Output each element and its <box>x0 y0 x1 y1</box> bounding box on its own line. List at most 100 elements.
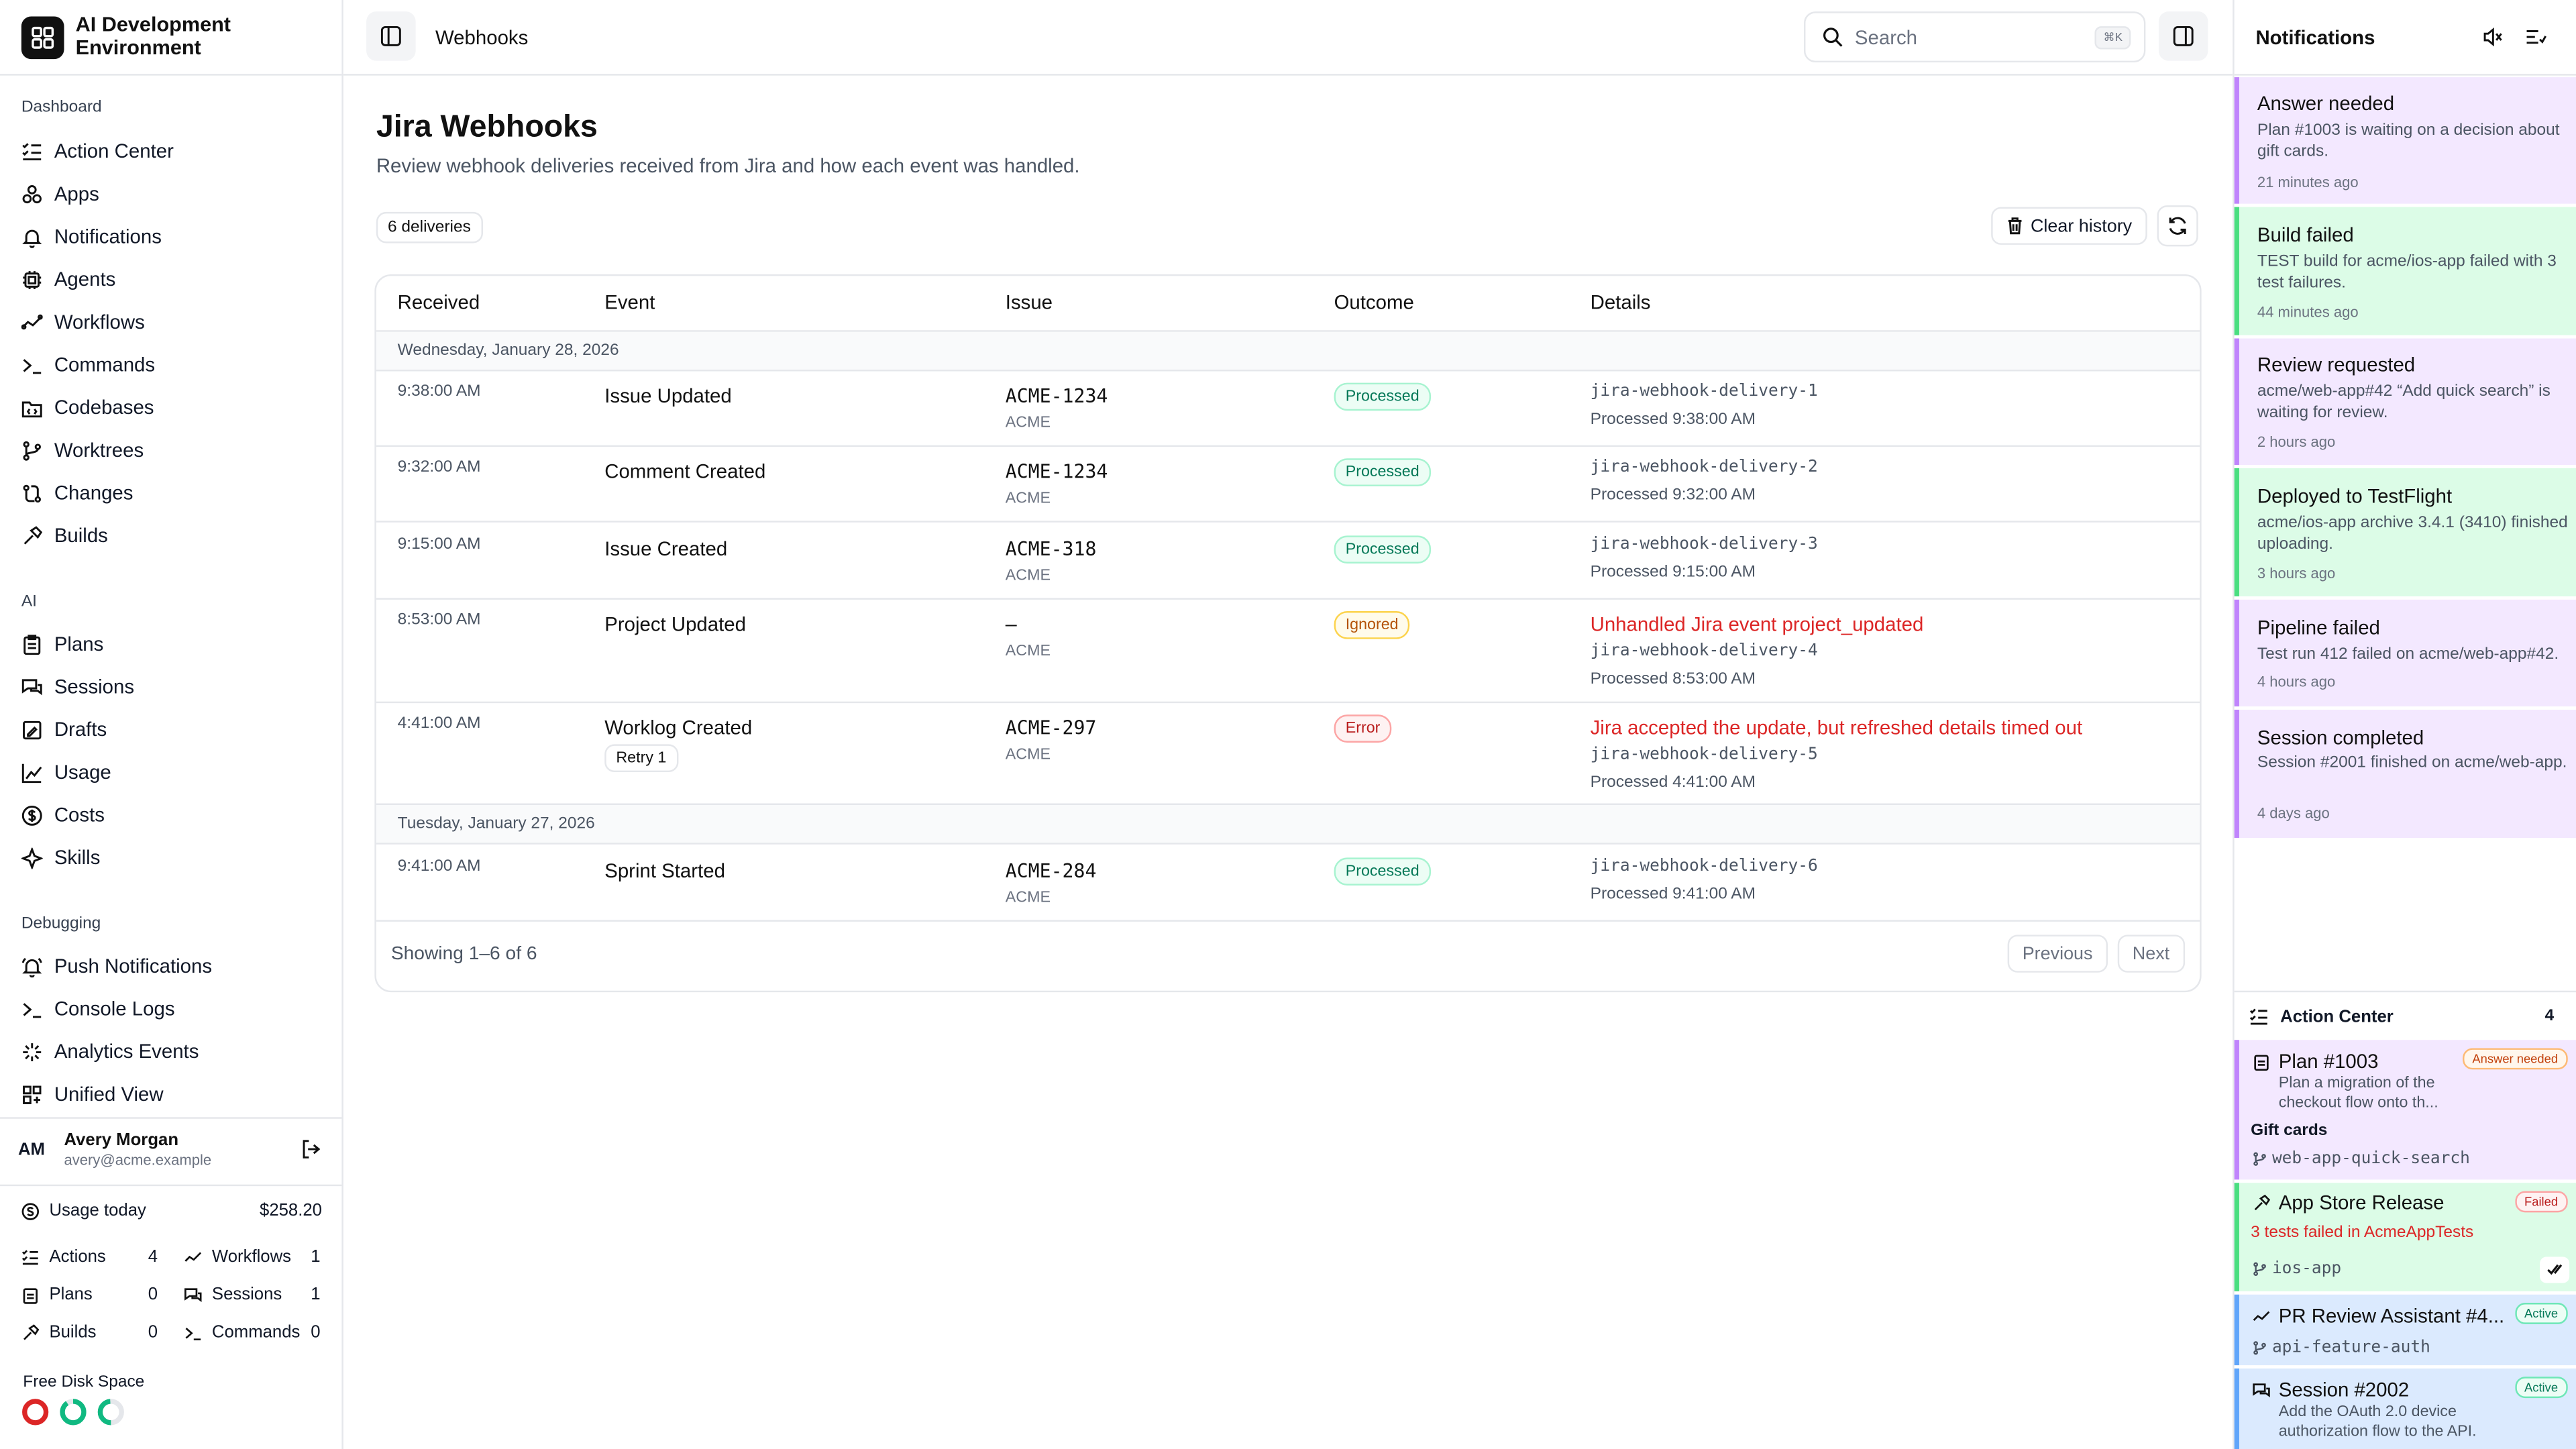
avatar: AM <box>17 1140 45 1160</box>
column-header-outcome[interactable]: Outcome <box>1334 290 1414 313</box>
layout-icon <box>21 1083 43 1105</box>
sidebar-item-workflows[interactable]: Workflows <box>21 307 145 337</box>
column-header-details[interactable]: Details <box>1591 290 1651 313</box>
action-card-description: Plan a migration of the checkout flow on… <box>2278 1074 2438 1112</box>
stat-commands[interactable]: Commands <box>184 1322 300 1342</box>
action-card-app-store-release[interactable]: App Store Release Failed 3 tests failed … <box>2234 1183 2576 1291</box>
sidebar-item-worktrees[interactable]: Worktrees <box>21 435 144 465</box>
webhook-deliveries-table: Received Event Issue Outcome Details Wed… <box>374 274 2202 993</box>
chart-icon <box>21 761 43 783</box>
row-issue[interactable]: ACME-318 <box>1006 537 1097 560</box>
logout-icon[interactable] <box>301 1138 322 1160</box>
divider <box>376 920 2200 922</box>
notification-time: 21 minutes ago <box>2257 174 2359 191</box>
sidebar-item-builds[interactable]: Builds <box>21 521 108 550</box>
notification-body: Plan #1003 is waiting on a decision abou… <box>2257 121 2560 162</box>
approve-button[interactable] <box>2540 1256 2570 1283</box>
mute-icon[interactable] <box>2482 26 2504 48</box>
sidebar-item-usage[interactable]: Usage <box>21 757 111 787</box>
action-card-session[interactable]: Session #2002 Active Add the OAuth 2.0 d… <box>2234 1368 2576 1449</box>
stat-label: Actions <box>49 1246 106 1267</box>
clipboard-icon <box>21 633 43 655</box>
action-card-plan[interactable]: Plan #1003 Answer needed Plan a migratio… <box>2234 1040 2576 1180</box>
topbar: Webhooks Search ⌘K <box>343 0 2233 76</box>
sidebar-item-commands[interactable]: Commands <box>21 350 155 380</box>
action-center-header[interactable]: Action Center 4 <box>2234 990 2576 1040</box>
column-header-received[interactable]: Received <box>398 290 480 313</box>
row-project: ACME <box>1005 566 1051 585</box>
app-logo-icon <box>21 15 64 58</box>
divider <box>376 370 2200 372</box>
breadcrumb[interactable]: Webhooks <box>435 26 528 49</box>
divider <box>2234 74 2576 76</box>
terminal-icon <box>21 354 43 376</box>
refresh-button[interactable] <box>2157 205 2198 247</box>
sidebar-item-changes[interactable]: Changes <box>21 478 133 508</box>
page-subtitle: Review webhook deliveries received from … <box>376 154 1080 178</box>
row-issue[interactable]: ACME-1234 <box>1006 384 1108 407</box>
draft-icon <box>21 718 43 740</box>
git-branch-icon <box>2253 1262 2267 1277</box>
search-input[interactable]: Search ⌘K <box>1803 11 2146 63</box>
action-card-branch: ios-app <box>2271 1260 2342 1279</box>
sidebar-item-skills[interactable]: Skills <box>21 843 101 872</box>
stat-workflows[interactable]: Workflows <box>184 1247 291 1267</box>
clipboard-icon <box>2253 1053 2271 1071</box>
toggle-sidebar-button[interactable] <box>366 11 416 61</box>
row-issue[interactable]: ACME-284 <box>1006 859 1097 882</box>
notification-item[interactable]: Deployed to TestFlight acme/ios-app arch… <box>2234 468 2576 596</box>
sidebar-item-action-center[interactable]: Action Center <box>21 136 174 166</box>
sidebar-item-push-notifications[interactable]: Push Notifications <box>21 951 212 981</box>
user-profile[interactable]: AM Avery Morgan avery@acme.example <box>0 1120 341 1183</box>
disk-gauge-icon <box>97 1399 124 1426</box>
stat-sessions[interactable]: Sessions <box>184 1285 282 1304</box>
search-placeholder: Search <box>1854 25 1918 49</box>
divider <box>376 701 2200 704</box>
stat-label: Commands <box>211 1322 301 1342</box>
column-header-event[interactable]: Event <box>604 290 655 313</box>
sidebar-item-agents[interactable]: Agents <box>21 264 115 294</box>
row-issue[interactable]: ACME-297 <box>1006 716 1097 739</box>
sidebar-item-drafts[interactable]: Drafts <box>21 714 107 744</box>
sidebar-item-codebases[interactable]: Codebases <box>21 392 154 422</box>
sidebar-item-label: Apps <box>54 182 99 206</box>
sidebar-item-unified-view[interactable]: Unified View <box>21 1079 164 1109</box>
notification-item[interactable]: Session completed Session #2001 finished… <box>2234 709 2576 838</box>
sidebar-item-label: Codebases <box>54 396 154 419</box>
stat-builds[interactable]: Builds <box>21 1322 97 1342</box>
sidebar-item-costs[interactable]: Costs <box>21 800 105 830</box>
deliveries-count-badge: 6 deliveries <box>376 211 483 244</box>
divider <box>0 74 342 76</box>
status-badge: Processed <box>1334 535 1431 564</box>
status-badge: Processed <box>1334 458 1431 486</box>
notification-item[interactable]: Answer needed Plan #1003 is waiting on a… <box>2234 77 2576 204</box>
stat-actions[interactable]: Actions <box>21 1247 106 1267</box>
sidebar-item-console-logs[interactable]: Console Logs <box>21 994 175 1024</box>
stat-plans[interactable]: Plans <box>21 1285 93 1304</box>
sidebar-item-plans[interactable]: Plans <box>21 629 104 659</box>
sidebar-item-notifications[interactable]: Notifications <box>21 222 162 252</box>
clear-history-button[interactable]: Clear history <box>1991 207 2147 245</box>
stat-label: Plans <box>49 1285 93 1305</box>
notification-item[interactable]: Pipeline failed Test run 412 failed on a… <box>2234 599 2576 707</box>
sidebar-item-label: Notifications <box>54 225 162 248</box>
action-center-title: Action Center <box>2280 1007 2394 1027</box>
sidebar-item-sessions[interactable]: Sessions <box>21 672 134 702</box>
brand[interactable]: AI Development Environment <box>21 14 231 59</box>
bell-icon <box>21 226 43 248</box>
action-card-branch: api-feature-auth <box>2271 1338 2430 1357</box>
mark-all-read-icon[interactable] <box>2525 26 2546 48</box>
chat-icon <box>184 1285 203 1303</box>
action-card-pr-review[interactable]: PR Review Assistant #4... Active api-fea… <box>2234 1294 2576 1366</box>
toggle-panel-button[interactable] <box>2158 11 2208 61</box>
sidebar-item-analytics-events[interactable]: Analytics Events <box>21 1036 199 1066</box>
notification-item[interactable]: Build failed TEST build for acme/ios-app… <box>2234 207 2576 335</box>
sidebar-item-apps[interactable]: Apps <box>21 179 99 209</box>
column-header-issue[interactable]: Issue <box>1006 290 1053 313</box>
notification-item[interactable]: Review requested acme/web-app#42 “Add qu… <box>2234 338 2576 466</box>
row-processed: Processed 9:41:00 AM <box>1590 885 1756 904</box>
git-branch-icon <box>2253 1340 2267 1355</box>
previous-page-button[interactable]: Previous <box>2007 934 2108 973</box>
row-issue[interactable]: ACME-1234 <box>1006 460 1108 483</box>
next-page-button[interactable]: Next <box>2117 934 2185 973</box>
